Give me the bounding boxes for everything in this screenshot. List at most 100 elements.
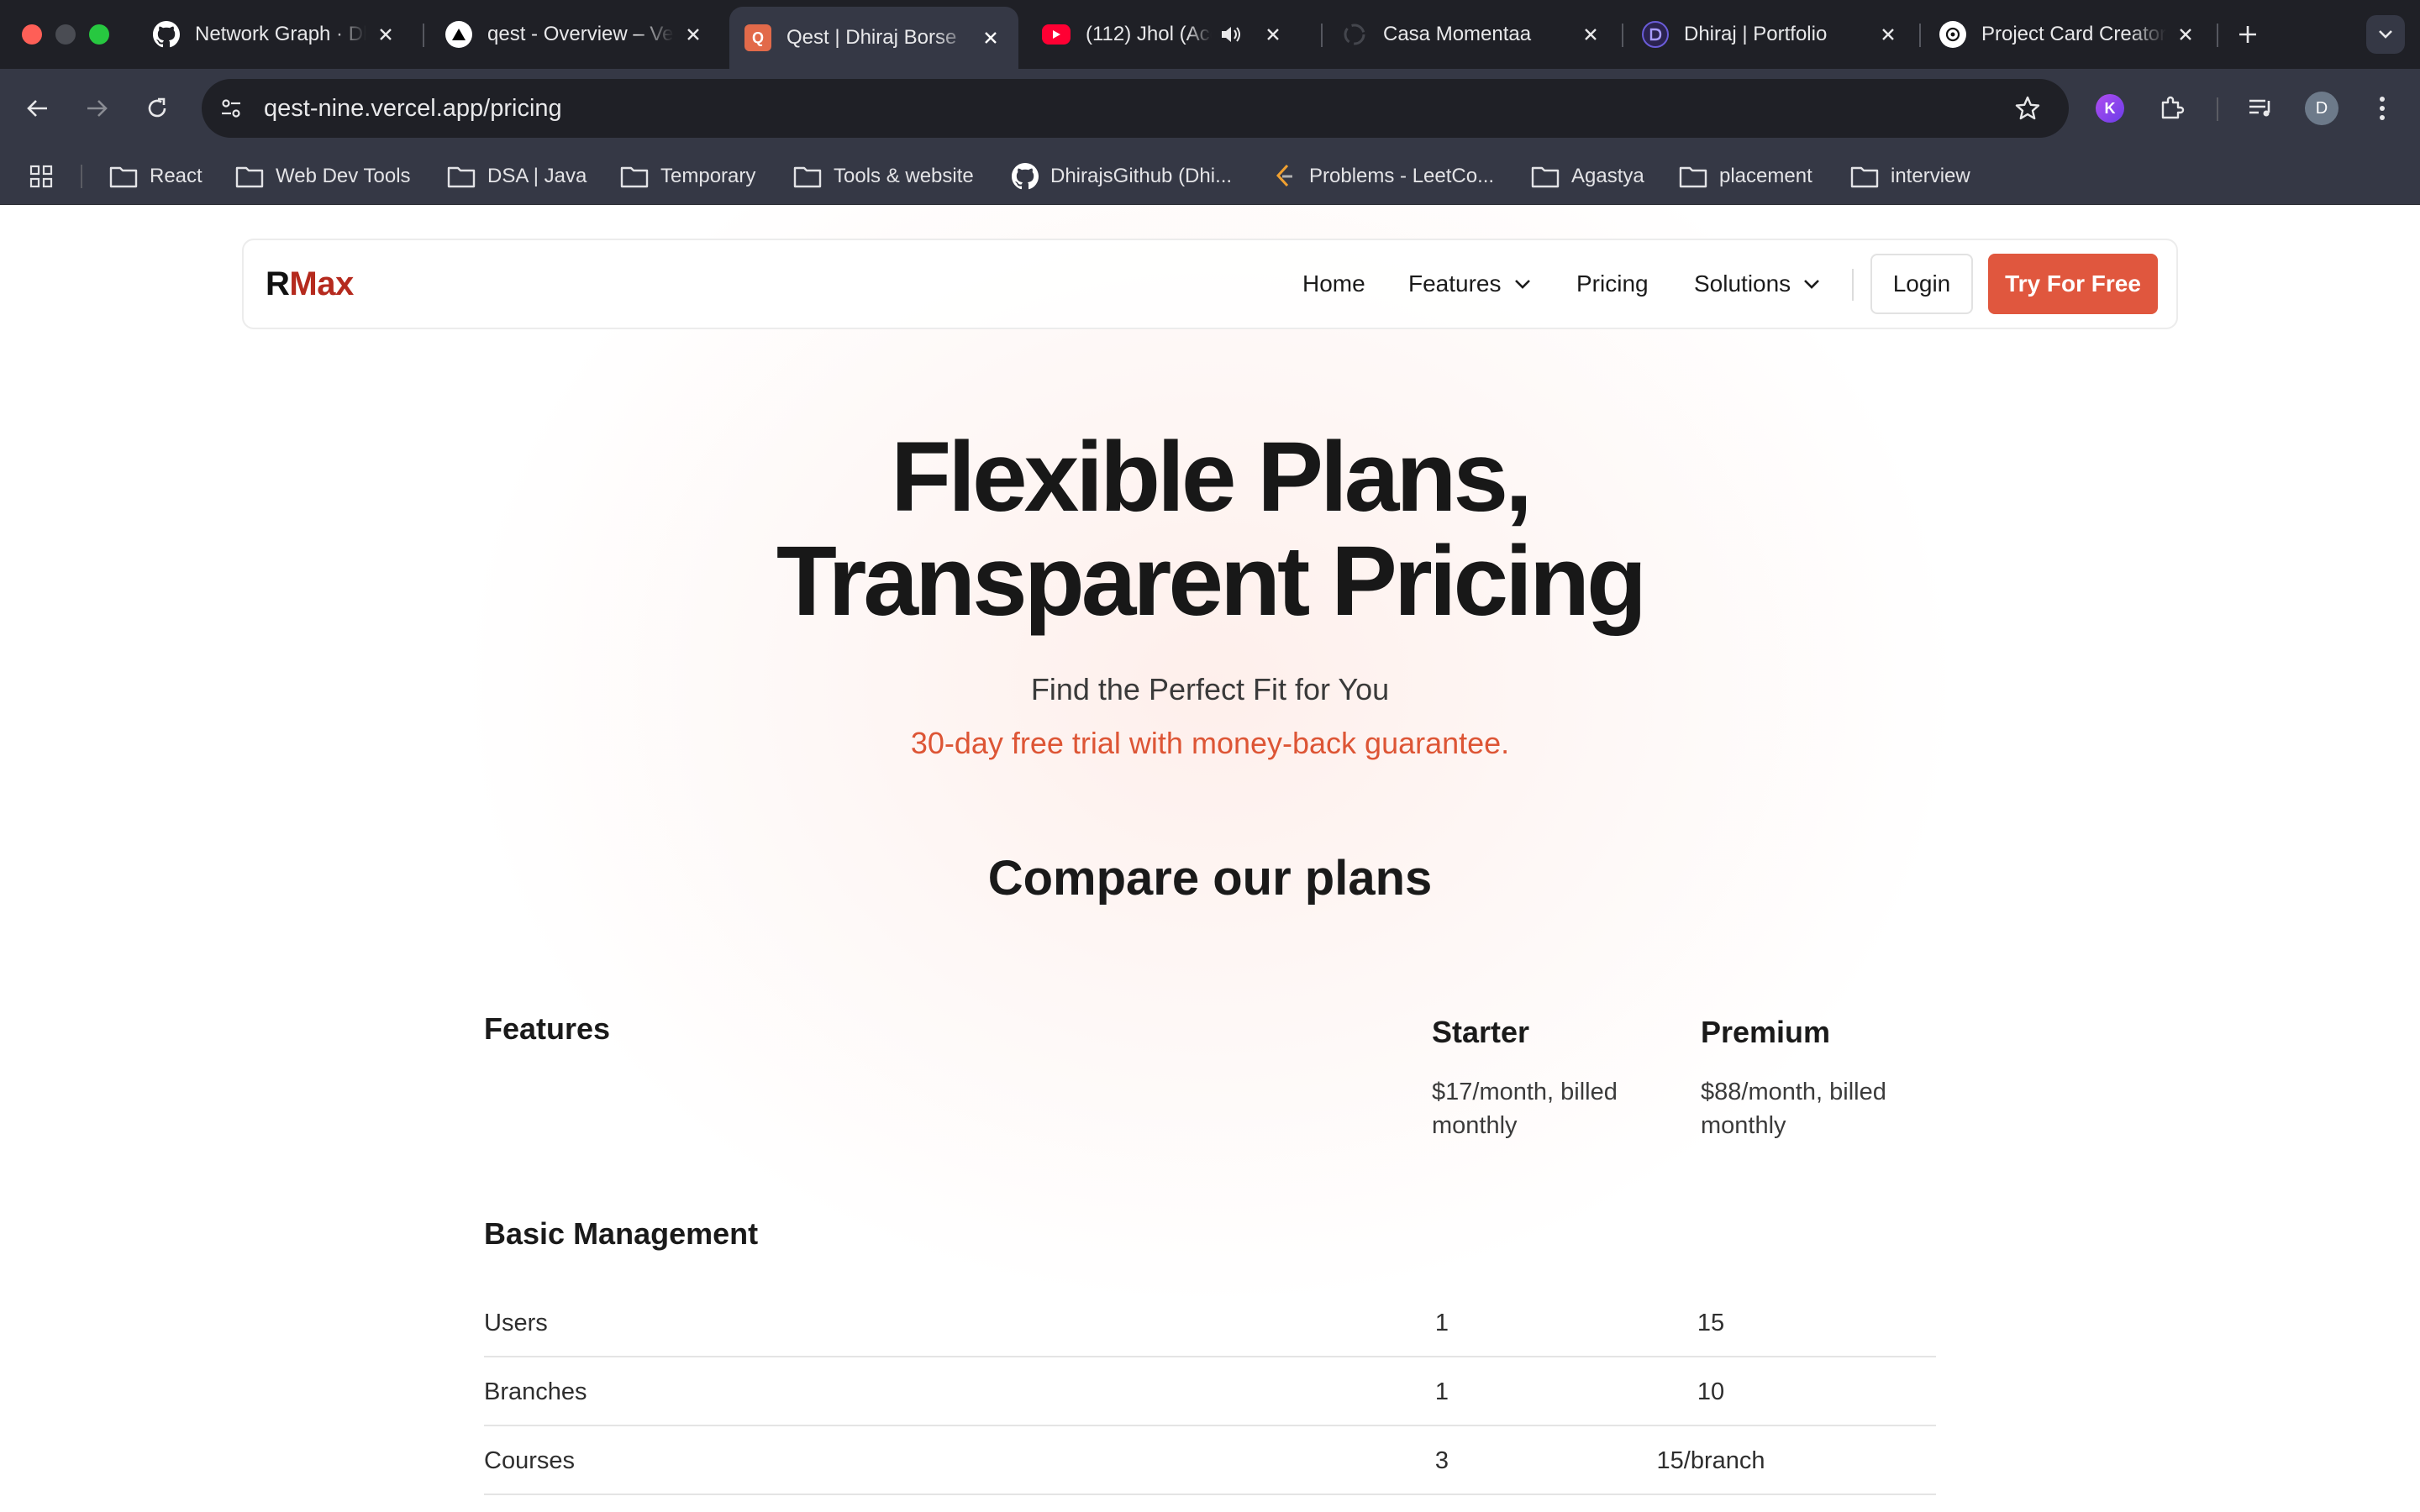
- folder-icon: [793, 166, 822, 188]
- back-button[interactable]: [17, 87, 59, 129]
- browser-toolbar: qest-nine.vercel.app/pricing K D: [0, 69, 2420, 148]
- bookmark-label: Problems - LeetCo...: [1309, 165, 1495, 187]
- tab-separator: [1622, 24, 1623, 47]
- close-icon[interactable]: [978, 25, 1003, 50]
- site-info-icon[interactable]: [210, 87, 252, 129]
- browser-menu-icon[interactable]: [2361, 87, 2403, 129]
- close-icon[interactable]: [2173, 22, 2198, 47]
- bookmark-label: interview: [1891, 165, 1970, 187]
- tab-separator: [2217, 24, 2218, 47]
- compare-plans-heading: Compare our plans: [987, 851, 1433, 906]
- new-tab-button[interactable]: [2227, 13, 2269, 55]
- plan-premium: Premium $88/month, billed monthly: [1701, 1015, 1953, 1142]
- window-close-button[interactable]: [22, 24, 42, 45]
- bookmark-label: React: [150, 165, 203, 187]
- bookmark-agastya[interactable]: Agastya: [1531, 148, 1644, 205]
- apps-grid-icon[interactable]: [29, 148, 66, 205]
- bookmark-label: placement: [1719, 165, 1812, 187]
- hero-trial-text: 30-day free trial with money-back guaran…: [910, 726, 1510, 760]
- tab-title: Project Card Creator: [1981, 23, 2166, 45]
- plan-name: Starter: [1432, 1015, 1530, 1049]
- bookmark-temporary[interactable]: Temporary: [620, 148, 755, 205]
- window-minimize-button[interactable]: [55, 24, 76, 45]
- plan-name: Premium: [1701, 1015, 1831, 1049]
- section-basic-management: Basic Management: [484, 1216, 759, 1251]
- window-zoom-button[interactable]: [89, 24, 109, 45]
- folder-icon: [1850, 166, 1879, 188]
- portfolio-icon: [1642, 21, 1669, 48]
- address-bar[interactable]: qest-nine.vercel.app/pricing: [202, 79, 2069, 138]
- browser-tab[interactable]: Project Card Creator: [1928, 0, 2210, 69]
- tab-separator: [423, 24, 424, 47]
- extension-k-icon[interactable]: K: [2089, 87, 2131, 129]
- browser-tab[interactable]: (112) Jhol (Acoustic): [1030, 0, 1313, 69]
- github-icon: [153, 21, 180, 48]
- close-icon[interactable]: [1578, 22, 1603, 47]
- extensions-puzzle-icon[interactable]: [2151, 87, 2193, 129]
- browser-tab[interactable]: Network Graph · Dhiraj: [143, 0, 408, 69]
- close-icon[interactable]: [1260, 22, 1286, 47]
- hero-title: Flexible Plans, Transparent Pricing: [776, 422, 1647, 637]
- bookmark-label: DhirajsGithub (Dhi...: [1050, 165, 1233, 187]
- browser-tab[interactable]: Dhiraj | Portfolio: [1630, 0, 1912, 69]
- chevron-down-icon: [1804, 280, 1820, 289]
- bookmark-web-dev-tools[interactable]: Web Dev Tools: [235, 148, 411, 205]
- tab-title: qest - Overview – Vercel: [487, 23, 674, 45]
- bookmark-placement[interactable]: placement: [1679, 148, 1812, 205]
- url-text[interactable]: qest-nine.vercel.app/pricing: [264, 79, 562, 138]
- bookmark-github[interactable]: DhirajsGithub (Dhi...: [1012, 148, 1232, 205]
- table-row: Courses 3 15/branch: [484, 1426, 1936, 1495]
- youtube-icon: [1042, 24, 1071, 45]
- starter-value: 3: [1434, 1447, 1449, 1474]
- browser-tab-active[interactable]: Q Qest | Dhiraj Borse: [729, 7, 1018, 69]
- folder-icon: [620, 166, 649, 188]
- plan-starter: Starter $17/month, billed monthly: [1432, 1015, 1684, 1142]
- bookmark-tools-website[interactable]: Tools & website: [793, 148, 974, 205]
- bookmark-divider: [81, 165, 82, 188]
- hero-subtitle: Find the Perfect Fit for You: [1030, 672, 1390, 706]
- browser-tab[interactable]: Casa Momentaa: [1329, 0, 1615, 69]
- nav-pricing[interactable]: Pricing: [1576, 240, 1649, 328]
- close-icon[interactable]: [1876, 22, 1901, 47]
- bookmark-star-icon[interactable]: [2007, 87, 2049, 129]
- bookmarks-bar: React Web Dev Tools DSA | Java Temporary…: [0, 148, 2420, 205]
- bookmark-dsa-java[interactable]: DSA | Java: [447, 148, 587, 205]
- close-icon[interactable]: [373, 22, 398, 47]
- close-icon[interactable]: [681, 22, 706, 47]
- nav-solutions[interactable]: Solutions: [1694, 240, 1821, 328]
- browser-tab[interactable]: qest - Overview – Vercel: [434, 0, 718, 69]
- media-control-icon[interactable]: [2240, 87, 2282, 129]
- web-page: RMax Home Features Pricing Solutions Log…: [0, 205, 2420, 1512]
- premium-value: 10: [1697, 1378, 1725, 1405]
- bookmark-label: Agastya: [1571, 165, 1644, 187]
- tab-title: (112) Jhol (Acoustic): [1086, 23, 1212, 45]
- forward-button[interactable]: [76, 87, 118, 129]
- bookmark-leetcode[interactable]: Problems - LeetCo...: [1272, 148, 1494, 205]
- login-button[interactable]: Login: [1870, 254, 1973, 314]
- folder-icon: [1679, 166, 1707, 188]
- table-row: Branches 1 10: [484, 1357, 1936, 1426]
- casa-icon: [1341, 21, 1368, 48]
- tab-title: Network Graph · Dhiraj: [195, 23, 366, 45]
- site-logo[interactable]: RMax: [266, 240, 354, 328]
- try-for-free-button[interactable]: Try For Free: [1988, 254, 2158, 314]
- bookmark-interview[interactable]: interview: [1850, 148, 1970, 205]
- tab-title: Qest | Dhiraj Borse: [786, 26, 957, 49]
- chevron-down-icon: [1514, 280, 1530, 289]
- speaker-icon[interactable]: [1218, 22, 1244, 47]
- toolbar-divider: [2217, 97, 2218, 121]
- vercel-icon: [445, 21, 472, 48]
- tab-search-button[interactable]: [2366, 15, 2405, 54]
- tab-separator: [1321, 24, 1323, 47]
- site-navbar: RMax Home Features Pricing Solutions Log…: [242, 239, 2178, 329]
- bookmark-react[interactable]: React: [109, 148, 203, 205]
- nav-features[interactable]: Features: [1408, 240, 1532, 328]
- nav-home[interactable]: Home: [1302, 240, 1365, 328]
- premium-value: 15/branch: [1656, 1447, 1765, 1474]
- starter-value: 1: [1434, 1378, 1449, 1405]
- openai-icon: [1939, 21, 1966, 48]
- row-label: Courses: [484, 1447, 575, 1474]
- row-label: Users: [484, 1310, 548, 1336]
- reload-button[interactable]: [136, 87, 178, 129]
- profile-avatar[interactable]: D: [2301, 87, 2343, 129]
